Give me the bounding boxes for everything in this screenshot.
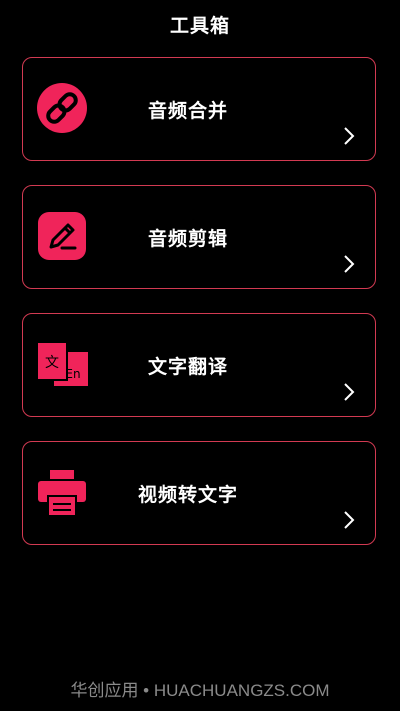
tool-label: 视频转文字 <box>137 484 238 506</box>
chevron-right-icon <box>344 127 355 145</box>
tool-card-video-to-text[interactable]: 视频转文字 <box>22 441 376 545</box>
page-title: 工具箱 <box>169 15 230 37</box>
tool-label: 文字翻译 <box>147 356 228 378</box>
tool-label: 音频剪辑 <box>147 228 228 250</box>
tool-label: 音频合并 <box>147 100 228 122</box>
chevron-right-icon <box>344 383 355 401</box>
watermark: 华创应用 • HUACHUANGZS.COM <box>70 681 330 700</box>
chevron-right-icon <box>344 255 355 273</box>
chevron-right-icon <box>344 511 355 529</box>
tool-card-audio-merge[interactable]: 音频合并 <box>22 57 376 161</box>
tool-card-audio-edit[interactable]: 音频剪辑 <box>22 185 376 289</box>
tool-card-text-translate[interactable]: 文 En 文字翻译 <box>22 313 376 417</box>
